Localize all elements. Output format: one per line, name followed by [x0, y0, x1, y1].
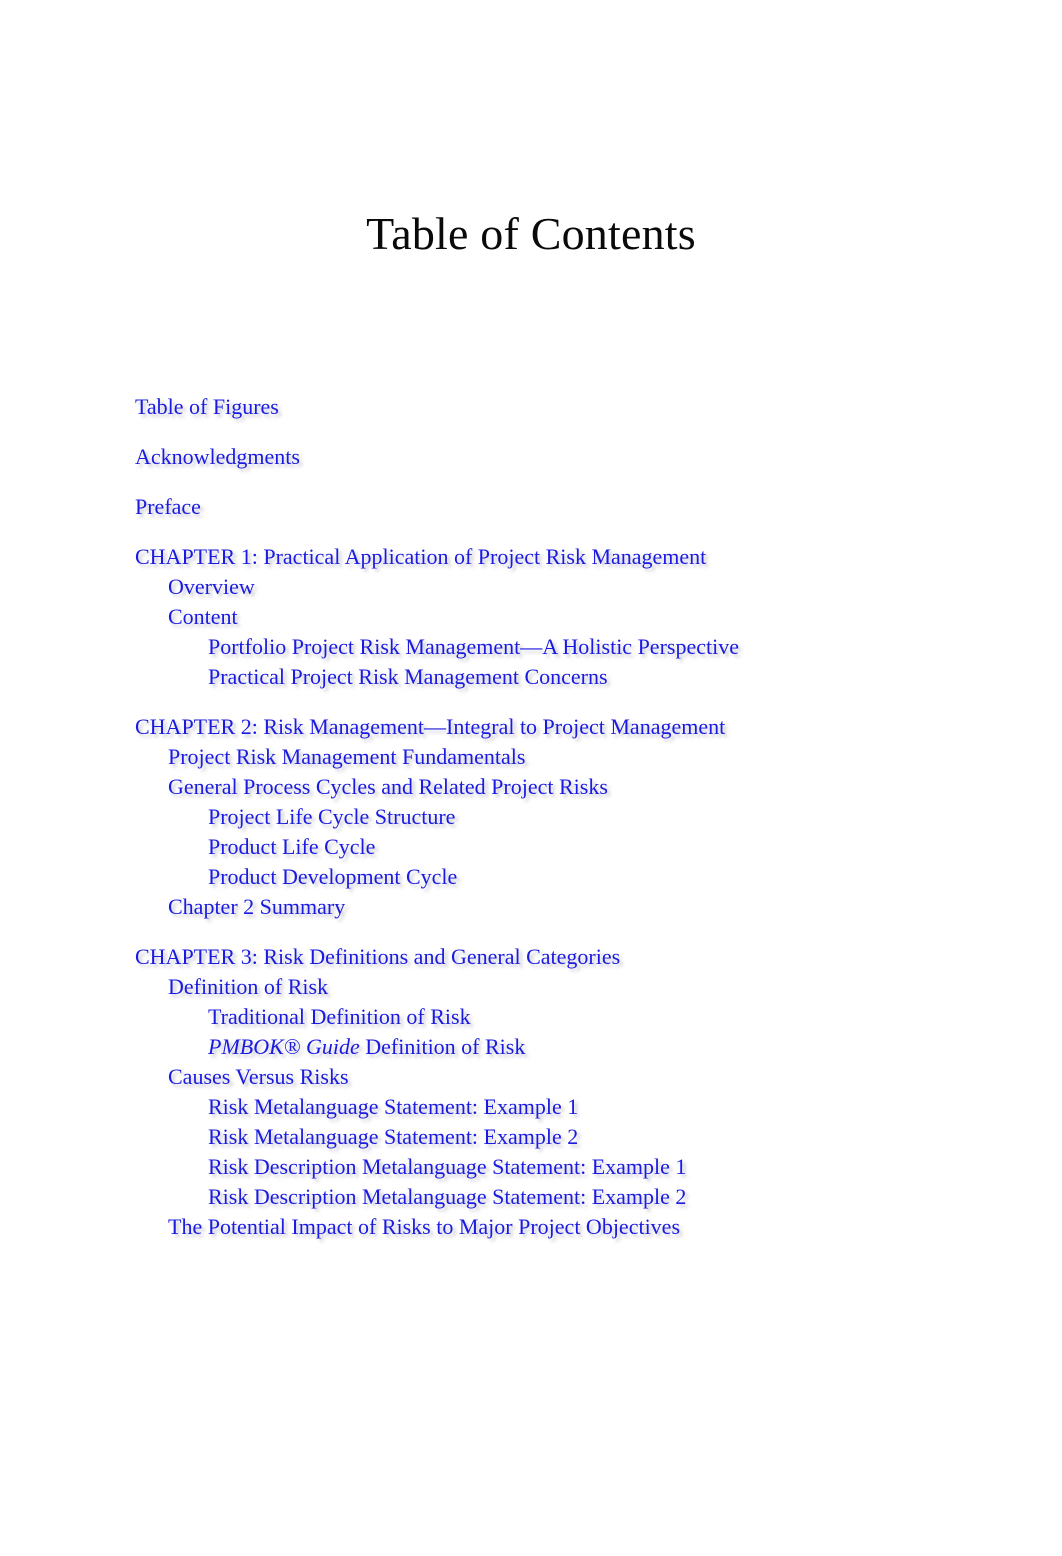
toc-link-risk-description-metalanguage-statement-example-2[interactable]: Risk Description Metalanguage Statement:…	[0, 1182, 1062, 1212]
toc-link-chapter-2-summary[interactable]: Chapter 2 Summary	[0, 892, 1062, 922]
tab-leader	[620, 942, 642, 972]
front-matter-group: Table of Figures Acknowledgments Preface	[0, 392, 1062, 522]
toc-link-overview[interactable]: Overview	[0, 572, 1062, 602]
toc-link-content[interactable]: Content	[0, 602, 1062, 632]
toc-link-chapter-2[interactable]: CHAPTER 2: Risk Management—Integral to P…	[0, 712, 1062, 742]
tab-leader	[706, 542, 728, 572]
toc-link-definition-of-risk[interactable]: Definition of Risk	[0, 972, 1062, 1002]
toc-link-product-development-cycle[interactable]: Product Development Cycle	[0, 862, 1062, 892]
toc-link-potential-impact-of-risks[interactable]: The Potential Impact of Risks to Major P…	[0, 1212, 1062, 1242]
toc-link-risk-metalanguage-statement-example-1[interactable]: Risk Metalanguage Statement: Example 1	[0, 1092, 1062, 1122]
pmbok-guide-italic-text: PMBOK® Guide	[208, 1034, 360, 1059]
toc-link-risk-metalanguage-statement-example-2[interactable]: Risk Metalanguage Statement: Example 2	[0, 1122, 1062, 1152]
toc-link-table-of-figures[interactable]: Table of Figures	[0, 392, 1062, 422]
toc-link-chapter-1[interactable]: CHAPTER 1: Practical Application of Proj…	[0, 542, 1062, 572]
toc-link-pmbok-guide-definition-of-risk[interactable]: PMBOK® Guide Definition of Risk	[0, 1032, 1062, 1062]
chapter-group-2: CHAPTER 2: Risk Management—Integral to P…	[0, 712, 1062, 922]
toc-link-general-process-cycles[interactable]: General Process Cycles and Related Proje…	[0, 772, 1062, 802]
document-page: Table of Contents Table of Figures Ackno…	[0, 0, 1062, 1556]
tab-leader	[725, 712, 747, 742]
toc-link-portfolio-project-risk-management[interactable]: Portfolio Project Risk Management—A Holi…	[0, 632, 1062, 662]
toc-link-traditional-definition-of-risk[interactable]: Traditional Definition of Risk	[0, 1002, 1062, 1032]
toc-link-causes-versus-risks[interactable]: Causes Versus Risks	[0, 1062, 1062, 1092]
toc-link-project-risk-management-fundamentals[interactable]: Project Risk Management Fundamentals	[0, 742, 1062, 772]
toc-link-product-life-cycle[interactable]: Product Life Cycle	[0, 832, 1062, 862]
table-of-contents-list: Table of Figures Acknowledgments Preface…	[0, 392, 1062, 1242]
chapter-group-3: CHAPTER 3: Risk Definitions and General …	[0, 942, 1062, 1242]
toc-link-acknowledgments[interactable]: Acknowledgments	[0, 442, 1062, 472]
chapter-2-heading-text: CHAPTER 2: Risk Management—Integral to P…	[135, 714, 726, 739]
toc-link-chapter-3[interactable]: CHAPTER 3: Risk Definitions and General …	[0, 942, 1062, 972]
chapter-1-heading-text: CHAPTER 1: Practical Application of Proj…	[135, 544, 707, 569]
pmbok-guide-plain-text: Definition of Risk	[359, 1034, 526, 1059]
chapter-3-heading-text: CHAPTER 3: Risk Definitions and General …	[135, 944, 621, 969]
toc-link-risk-description-metalanguage-statement-example-1[interactable]: Risk Description Metalanguage Statement:…	[0, 1152, 1062, 1182]
chapter-group-1: CHAPTER 1: Practical Application of Proj…	[0, 542, 1062, 692]
toc-link-preface[interactable]: Preface	[0, 492, 1062, 522]
toc-link-project-life-cycle-structure[interactable]: Project Life Cycle Structure	[0, 802, 1062, 832]
toc-link-practical-project-risk-management-concerns[interactable]: Practical Project Risk Management Concer…	[0, 662, 1062, 692]
page-title: Table of Contents	[366, 208, 696, 259]
